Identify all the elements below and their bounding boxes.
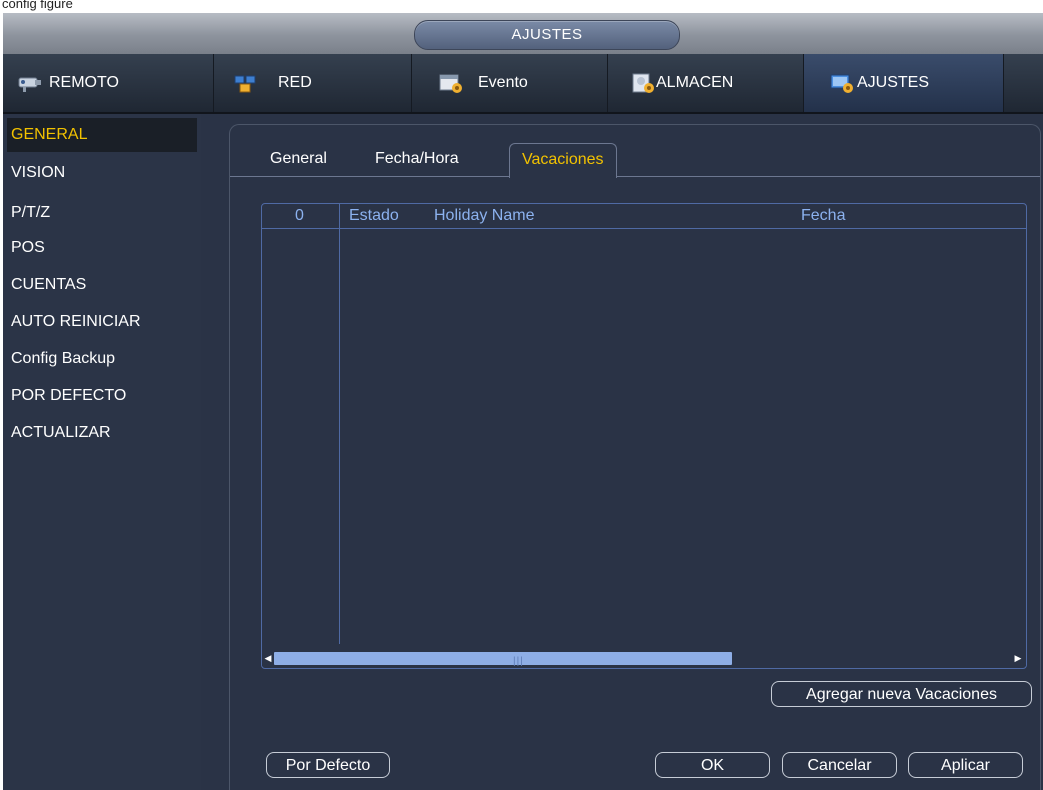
nav-tab-red[interactable]: RED [214,54,412,112]
window-title: AJUSTES [414,20,680,50]
horizontal-scrollbar[interactable]: ◀ ||| ▶ [262,650,1026,667]
column-header-index[interactable]: 0 [295,206,304,226]
column-divider [339,204,340,644]
sidebar-item-pos[interactable]: POS [11,233,45,263]
sidebar-item-actualizar[interactable]: ACTUALIZAR [11,418,111,448]
tab-vacaciones[interactable]: Vacaciones [509,143,617,178]
storage-icon [630,72,656,94]
network-icon [232,72,258,94]
grip-icon: ||| [513,656,524,667]
column-header-holiday-name[interactable]: Holiday Name [434,206,534,226]
nav-tab-evento[interactable]: Evento [412,54,608,112]
scroll-right-icon[interactable]: ▶ [1012,652,1024,665]
nav-tab-label: Evento [478,74,528,91]
camera-icon [17,72,43,94]
sidebar-item-cuentas[interactable]: CUENTAS [11,270,86,300]
nav-tab-label: RED [278,74,312,91]
settings-window: AJUSTES REMOTO RED Evento ALMACEN AJUSTE… [3,13,1043,790]
sidebar-item-general[interactable]: GENERAL [7,118,197,152]
figure-caption: config figure [0,0,1043,13]
tab-fecha-hora[interactable]: Fecha/Hora [375,143,459,175]
nav-tab-almacen[interactable]: ALMACEN [608,54,804,112]
cancel-button[interactable]: Cancelar [782,752,897,778]
column-header-estado[interactable]: Estado [349,206,399,226]
sidebar: GENERAL VISION P/T/Z POS CUENTAS AUTO RE… [3,114,201,790]
tab-divider [230,176,1040,177]
holiday-table: 0 Estado Holiday Name Fecha ◀ ||| ▶ [261,203,1027,669]
add-holiday-button[interactable]: Agregar nueva Vacaciones [771,681,1032,707]
sidebar-item-por-defecto[interactable]: POR DEFECTO [11,381,126,411]
nav-tab-ajustes[interactable]: AJUSTES [804,54,1004,112]
sidebar-item-ptz[interactable]: P/T/Z [11,198,50,228]
scrollbar-thumb[interactable]: ||| [274,652,732,667]
top-nav: REMOTO RED Evento ALMACEN AJUSTES [3,54,1043,114]
sidebar-item-config-backup[interactable]: Config Backup [11,344,115,374]
tab-general[interactable]: General [270,143,327,175]
table-header: 0 Estado Holiday Name Fecha [262,204,1026,229]
nav-tab-label: REMOTO [49,74,119,91]
sidebar-item-auto-reiniciar[interactable]: AUTO REINICIAR [11,307,141,337]
main-panel: General Fecha/Hora Vacaciones 0 Estado H… [229,124,1041,790]
scroll-left-icon[interactable]: ◀ [262,652,274,665]
nav-tab-label: ALMACEN [656,74,734,91]
event-icon [438,72,464,94]
column-header-fecha[interactable]: Fecha [801,206,845,226]
apply-button[interactable]: Aplicar [908,752,1023,778]
nav-tab-label: AJUSTES [857,74,930,91]
nav-tab-remoto[interactable]: REMOTO [3,54,214,112]
title-bar: AJUSTES [3,13,1043,54]
sidebar-item-vision[interactable]: VISION [11,158,65,188]
default-button[interactable]: Por Defecto [266,752,390,778]
settings-icon [829,72,855,94]
ok-button[interactable]: OK [655,752,770,778]
